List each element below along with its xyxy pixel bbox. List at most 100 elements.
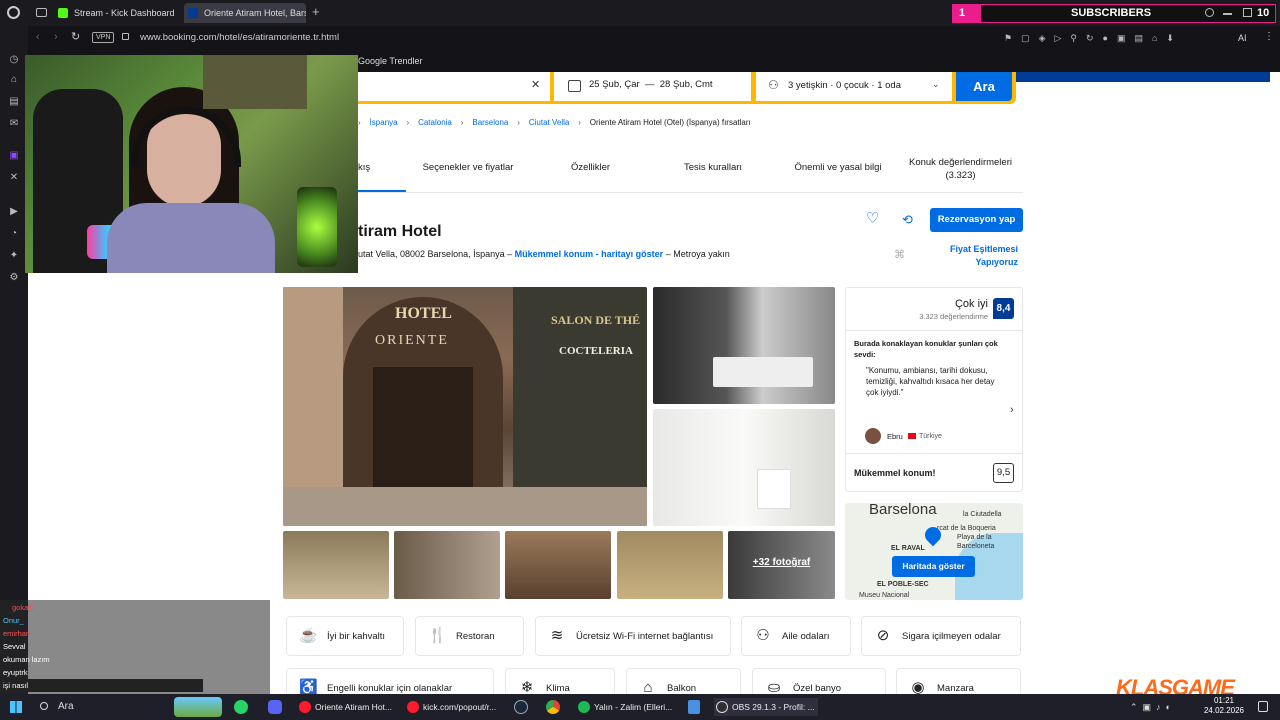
show-on-map-button[interactable]: Haritada göster [892,556,975,577]
location-score: 9,5 [993,463,1014,483]
breadcrumb-separator: › [454,118,471,127]
lock-icon [122,33,129,40]
speed-dial-icon[interactable]: ◷ [8,54,20,66]
search-icon[interactable] [1205,8,1214,17]
hotel-name: tiram Hotel [358,223,442,240]
back-icon[interactable]: ‹ [36,32,40,43]
amenity-accessible: ♿ Engelli konuklar için olanaklar [286,668,494,694]
forward-icon[interactable]: › [54,32,58,43]
guests-field[interactable]: ⚇ 3 yetişkin · 0 çocuk · 1 oda ⌄ [756,72,952,101]
search-button[interactable]: Ara [956,72,1012,101]
review-quote: "Konumu, ambiansı, tarihi dokusu, temizl… [866,366,995,397]
opera-logo-icon[interactable] [7,6,20,19]
cutlery-icon: 🍴 [428,627,447,644]
location-map-link[interactable]: Mükemmel konum - haritayı göster [515,249,664,259]
date-field[interactable]: 25 Şub, Çar — 28 Şub, Cmt [554,72,751,101]
whatsapp-icon[interactable] [234,700,248,714]
windows-start-icon[interactable] [10,701,22,713]
amenity-label: Engelli konuklar için olanaklar [327,683,453,694]
new-tab-button[interactable]: + [312,5,320,19]
notification-icon[interactable] [1258,701,1268,712]
thumb-room[interactable] [394,531,500,599]
tab-rules[interactable]: Tesis kuralları [653,162,773,173]
address-text: utat Vella, 08002 Barselona, İspanya – [358,249,513,259]
bathroom-photo[interactable] [653,409,835,526]
location-label: Mükemmel konum! [854,468,936,478]
heart-icon[interactable]: ♡ [866,210,879,228]
extensions-icon[interactable]: ✦ [8,250,20,262]
taskbar-item-booking[interactable]: Oriente Atiram Hot... [297,698,397,716]
settings-icon[interactable]: ⚙ [8,272,20,284]
amenity-view: ◉ Manzara [896,668,1021,694]
webcam-overlay [25,55,358,273]
x-icon[interactable]: ✕ [8,172,20,184]
breadcrumb-barcelona[interactable]: Barselona [472,118,508,127]
bag-icon[interactable]: ⌂ [8,74,20,86]
bookmark-google-trends[interactable]: Google Trendler [358,54,423,68]
tab-legal[interactable]: Önemli ve yasal bilgi [778,162,898,173]
taskbar-item-obs[interactable]: OBS 29.1.3 - Profil: ... [714,698,818,716]
tab-overview[interactable]: kış [358,162,408,173]
breadcrumb-catalonia[interactable]: Catalonia [418,118,452,127]
booking-icon [188,8,198,18]
tab-kick-dashboard[interactable]: Stream - Kick Dashboard [54,3,178,23]
tab-reviews[interactable]: Konuk değerlendirmeleri (3.323) [898,156,1023,182]
thumb-dining[interactable] [617,531,723,599]
reviewer-name: Ebru [887,432,903,441]
chat-overlay: gokalp Onur_ emirhan Sevval okuman lazım… [0,600,270,694]
taskbar-item-kick[interactable]: kick.com/popout/r... [405,698,505,716]
calendar-icon [568,80,581,92]
history-icon[interactable]: ◔ [8,228,20,240]
price-match-line1: Fiyat Eşitlemesi [949,244,1018,254]
accessible-icon: ♿ [299,679,318,694]
clear-icon[interactable]: ✕ [531,79,540,92]
thumb-lobby[interactable] [283,531,389,599]
clock-date[interactable]: 24.02.2026 [1198,706,1250,716]
twitch-icon[interactable]: ▣ [8,150,20,162]
tab-features[interactable]: Özellikler [533,162,648,173]
steam-icon[interactable] [514,700,528,714]
discord-icon[interactable] [268,700,282,714]
maximize-icon[interactable] [1243,8,1252,17]
date-range: 25 Şub, Çar — 28 Şub, Cmt [589,79,713,90]
app-icon[interactable] [688,700,700,714]
clock-time[interactable]: 01:21 [1204,696,1244,706]
price-match-line2: Yapıyoruz [975,257,1018,267]
breadcrumb-spain[interactable]: İspanya [370,118,398,127]
eye-icon: ◉ [911,679,925,694]
tray-icons[interactable]: ⌃▣♪◐ [1130,700,1176,714]
breadcrumb-ciutat-vella[interactable]: Ciutat Vella [529,118,569,127]
reserve-button[interactable]: Rezervasyon yap [930,208,1023,232]
menu-icon[interactable]: ⋮ [1264,30,1274,44]
mail-icon[interactable]: ✉ [8,118,20,130]
chrome-icon[interactable] [546,700,560,714]
main-photo[interactable]: HOTEL ORIENTE SALON DE THÉ COCTELERIA [283,287,647,526]
amenity-label: Aile odaları [782,631,830,642]
map-preview[interactable]: Barselona la Ciutadella rcat de la Boque… [845,503,1023,600]
amenity-label: Özel banyo [793,683,842,694]
green-lamp [297,187,337,267]
thumb-more[interactable]: +32 fotoğraf [728,531,835,599]
taskbar-item-spotify[interactable]: Yalın - Zalim (Elleri... [576,698,676,716]
browser-sidebar: ◷ ⌂ ▤ ✉ ▣ ✕ ▶ ◔ ✦ ⚙ [0,26,28,694]
url-field[interactable]: www.booking.com/hotel/es/atiramoriente.t… [140,30,339,46]
tab-overview-icon[interactable] [36,8,47,17]
tab-booking-hotel[interactable]: Oriente Atiram Hotel, Barse [184,3,306,23]
room-photo[interactable] [653,287,835,404]
vpn-badge[interactable]: VPN [92,32,115,43]
chevron-right-icon[interactable]: › [1010,404,1014,416]
price-match-link[interactable]: Fiyat Eşitlemesi Yapıyoruz [928,243,1018,269]
tab-options-prices[interactable]: Seçenekler ve fiyatlar [408,162,528,173]
reload-icon[interactable]: ↻ [71,31,80,43]
share-icon[interactable]: ⟲ [902,212,913,228]
news-icon[interactable]: ▤ [8,96,20,108]
thumb-facade[interactable] [505,531,611,599]
player-icon[interactable]: ▶ [8,206,20,218]
subscribers-count-box: 1 [953,5,981,22]
person-icon: ⚇ [768,78,779,92]
minimize-icon[interactable] [1223,13,1232,15]
taskbar-item-label: Yalın - Zalim (Elleri... [594,702,673,712]
taskbar-search[interactable]: Ara [34,697,164,717]
ai-button[interactable]: AI [1238,31,1247,45]
widget-landscape-icon[interactable] [174,697,222,717]
